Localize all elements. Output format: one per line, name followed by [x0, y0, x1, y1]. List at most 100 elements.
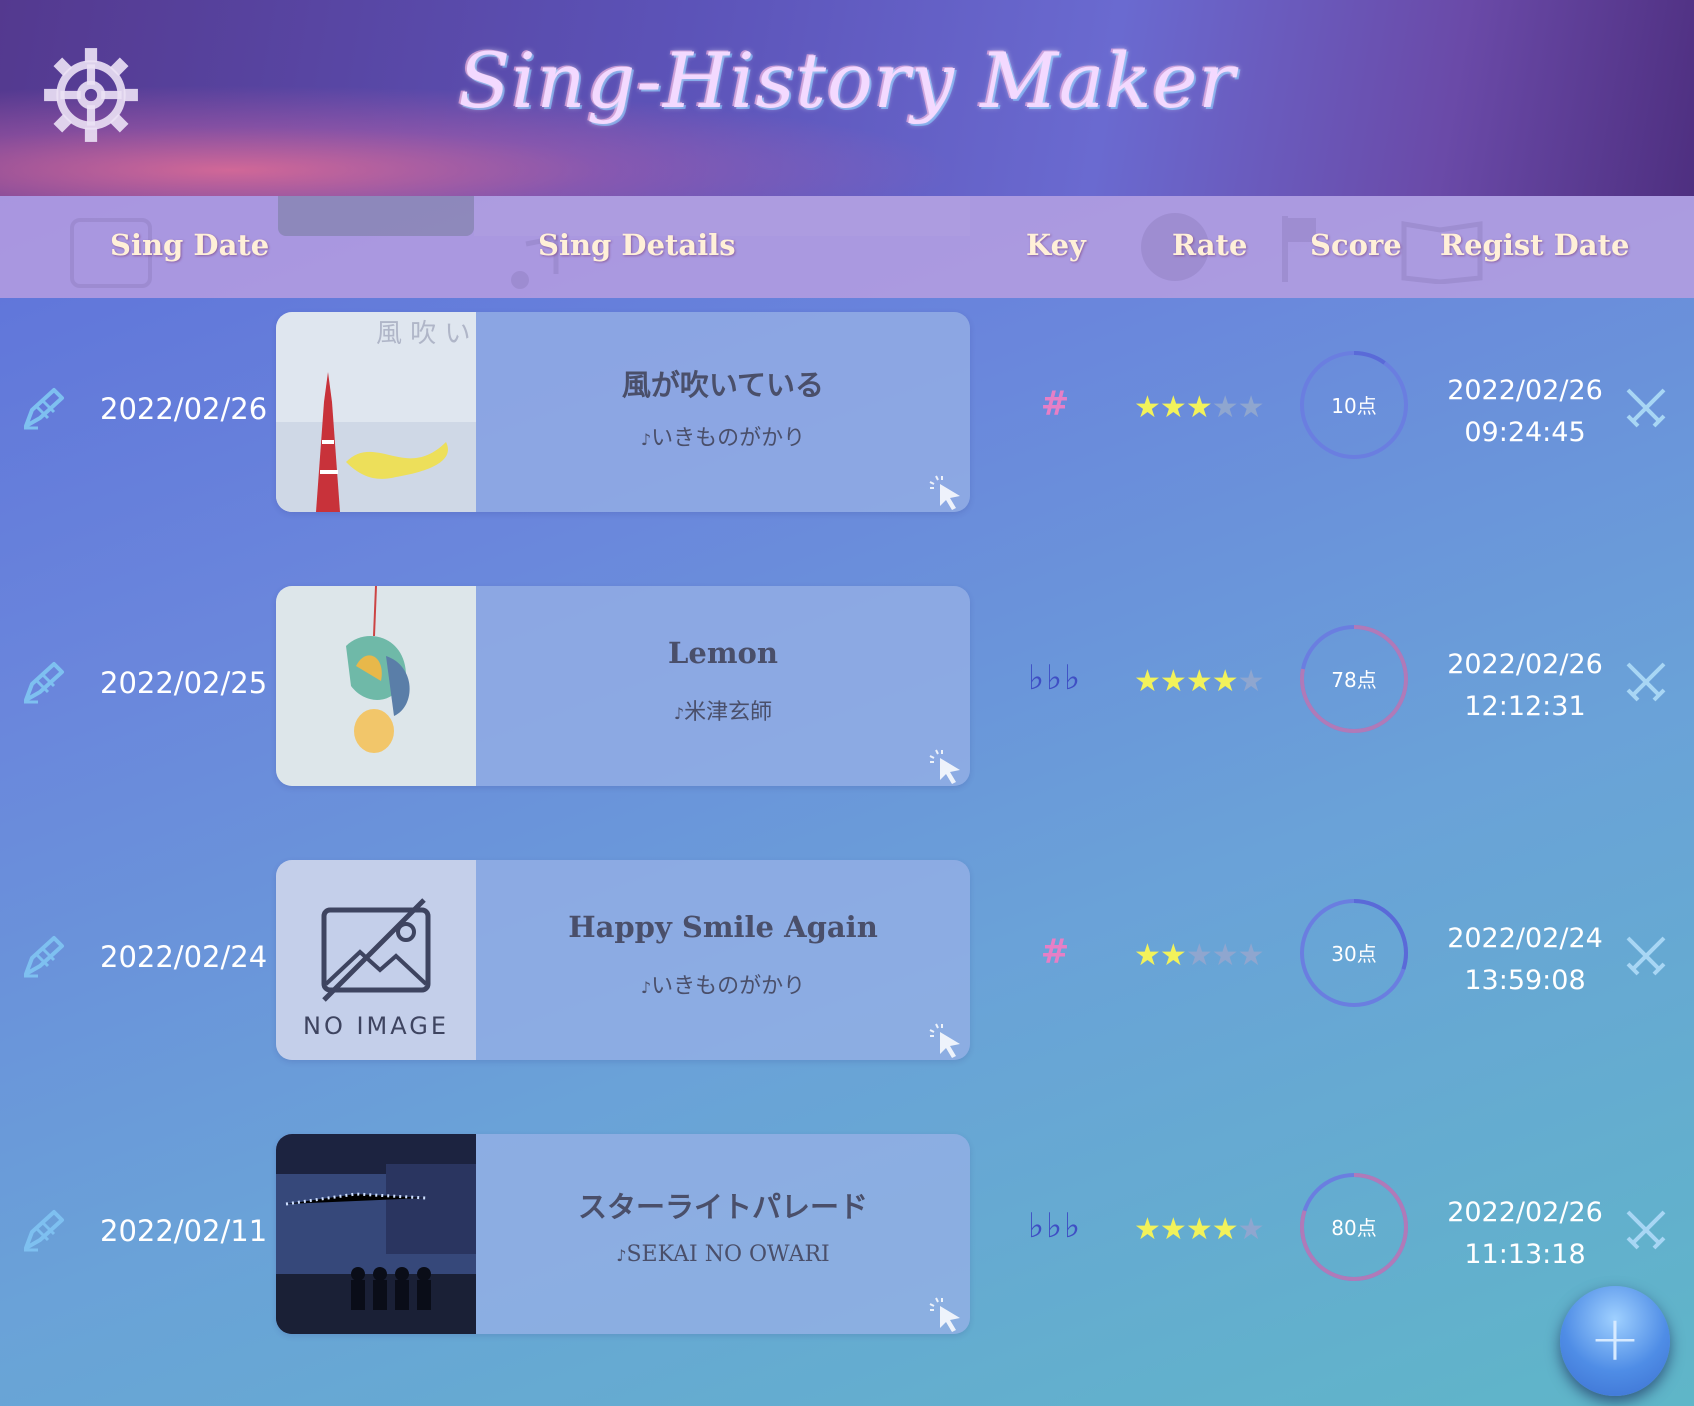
star-empty-icon: ★ — [1211, 938, 1239, 973]
thumb-text: 風 吹 い い — [376, 319, 476, 349]
rating-stars: ★★★★★ — [1134, 664, 1265, 699]
song-card[interactable]: 風 吹 い い 風が吹いている ♪いきものがかり — [276, 312, 970, 512]
star-filled-icon: ★ — [1159, 938, 1187, 973]
album-thumbnail — [276, 586, 476, 786]
edit-pen-icon[interactable] — [18, 384, 68, 434]
scrolled-thumb-ghost — [278, 196, 474, 236]
artist-name: いきものがかり — [651, 426, 806, 451]
edit-pen-icon[interactable] — [18, 658, 68, 708]
sing-date: 2022/02/26 — [100, 392, 268, 426]
col-sing-date: Sing Date — [110, 228, 270, 262]
song-title: Lemon — [668, 636, 778, 670]
score-value: 10点 — [1331, 394, 1377, 418]
regist-time: 12:12:31 — [1464, 691, 1586, 722]
song-card[interactable]: スターライトパレード ♪SEKAI NO OWARI — [276, 1134, 970, 1334]
star-filled-icon: ★ — [1185, 664, 1213, 699]
song-title: 風が吹いている — [621, 368, 825, 402]
score-value: 78点 — [1331, 668, 1377, 692]
col-regist-date: Regist Date — [1440, 228, 1630, 262]
history-row: 2022/02/25 Lemon ♪米津玄師 ♭♭♭ ★★★★★ 78点 202 — [0, 586, 1694, 786]
key-indicator: ♭♭♭ — [1027, 1206, 1083, 1246]
song-artist: ♪いきものがかり — [476, 968, 970, 1000]
regist-datetime: 2022/02/26 11:13:18 — [1440, 1192, 1610, 1276]
history-row: 2022/02/26 風 吹 い い 風が吹いている ♪いきものがかり # ★★… — [0, 312, 1694, 512]
star-empty-icon: ★ — [1237, 390, 1265, 425]
star-empty-icon: ★ — [1185, 938, 1213, 973]
tap-cursor-icon — [929, 1023, 960, 1058]
singer-icon: ♪ — [640, 430, 652, 449]
crossed-swords-delete-icon[interactable] — [1620, 1204, 1672, 1256]
add-record-button[interactable]: + — [1560, 1286, 1670, 1396]
star-filled-icon: ★ — [1159, 664, 1187, 699]
regist-time: 11:13:18 — [1464, 1239, 1586, 1270]
singer-icon: ♪ — [673, 704, 685, 723]
score-value: 30点 — [1331, 942, 1377, 966]
star-filled-icon: ★ — [1159, 390, 1187, 425]
star-empty-icon: ★ — [1237, 664, 1265, 699]
tap-cursor-icon — [929, 1297, 960, 1332]
crossed-swords-delete-icon[interactable] — [1620, 930, 1672, 982]
star-filled-icon: ★ — [1185, 1212, 1213, 1247]
regist-datetime: 2022/02/26 09:24:45 — [1440, 370, 1610, 454]
rating-stars: ★★★★★ — [1134, 938, 1265, 973]
key-indicator: # — [1040, 932, 1070, 972]
edit-pen-icon[interactable] — [18, 932, 68, 982]
song-artist: ♪いきものがかり — [476, 420, 970, 452]
no-image-icon: NO IMAGE — [276, 860, 476, 1060]
tap-cursor-icon — [929, 749, 960, 784]
key-indicator: # — [1040, 384, 1070, 424]
sing-date: 2022/02/11 — [100, 1214, 268, 1248]
artist-name: 米津玄師 — [684, 700, 773, 725]
song-title: スターライトパレード — [577, 1190, 868, 1224]
app-header: Sing-History Maker — [0, 0, 1694, 196]
tap-cursor-icon — [929, 475, 960, 510]
song-artist: ♪米津玄師 — [476, 694, 970, 726]
star-filled-icon: ★ — [1134, 938, 1161, 973]
sing-date: 2022/02/25 — [100, 666, 268, 700]
star-filled-icon: ★ — [1134, 1212, 1161, 1247]
col-sing-details: Sing Details — [538, 228, 736, 262]
artist-name: SEKAI NO OWARI — [626, 1242, 830, 1267]
star-empty-icon: ★ — [1237, 1212, 1265, 1247]
song-card[interactable]: NO IMAGE Happy Smile Again ♪いきものがかり — [276, 860, 970, 1060]
col-key: Key — [1026, 228, 1086, 262]
song-title: Happy Smile Again — [568, 910, 878, 944]
key-indicator: ♭♭♭ — [1027, 658, 1083, 698]
song-card[interactable]: Lemon ♪米津玄師 — [276, 586, 970, 786]
star-filled-icon: ★ — [1134, 390, 1161, 425]
singer-icon: ♪ — [616, 1246, 627, 1265]
star-filled-icon: ★ — [1185, 390, 1213, 425]
crossed-swords-delete-icon[interactable] — [1620, 656, 1672, 708]
star-filled-icon: ★ — [1159, 1212, 1187, 1247]
album-thumbnail: NO IMAGE — [276, 860, 476, 1060]
regist-datetime: 2022/02/26 12:12:31 — [1440, 644, 1610, 728]
star-filled-icon: ★ — [1211, 1212, 1239, 1247]
app-title: Sing-History Maker — [458, 36, 1236, 125]
regist-time: 09:24:45 — [1464, 417, 1586, 448]
regist-date: 2022/02/24 — [1447, 923, 1603, 954]
crossed-swords-delete-icon[interactable] — [1620, 382, 1672, 434]
regist-date: 2022/02/26 — [1447, 375, 1603, 406]
song-artist: ♪SEKAI NO OWARI — [476, 1242, 970, 1267]
star-filled-icon: ★ — [1211, 664, 1239, 699]
artist-name: いきものがかり — [651, 974, 806, 999]
regist-time: 13:59:08 — [1464, 965, 1586, 996]
score-value: 80点 — [1331, 1216, 1377, 1240]
regist-datetime: 2022/02/24 13:59:08 — [1440, 918, 1610, 1002]
column-header-bar: Sing Date Sing Details Key Rate Score Re… — [0, 196, 1694, 298]
star-empty-icon: ★ — [1237, 938, 1265, 973]
star-empty-icon: ★ — [1211, 390, 1239, 425]
album-thumbnail: 風 吹 い い — [276, 312, 476, 512]
rating-stars: ★★★★★ — [1134, 390, 1265, 425]
edit-pen-icon[interactable] — [18, 1206, 68, 1256]
history-row: 2022/02/11 スターライトパレード ♪SEKAI NO OWARI ♭♭ — [0, 1134, 1694, 1334]
plus-icon: + — [1589, 1302, 1641, 1375]
regist-date: 2022/02/26 — [1447, 1197, 1603, 1228]
sing-date: 2022/02/24 — [100, 940, 268, 974]
album-thumbnail — [276, 1134, 476, 1334]
no-image-label: NO IMAGE — [303, 1012, 449, 1040]
singer-icon: ♪ — [640, 978, 652, 997]
col-rate: Rate — [1172, 228, 1248, 262]
regist-date: 2022/02/26 — [1447, 649, 1603, 680]
history-row: 2022/02/24 NO IMAGE Happy Smile Again ♪い… — [0, 860, 1694, 1060]
